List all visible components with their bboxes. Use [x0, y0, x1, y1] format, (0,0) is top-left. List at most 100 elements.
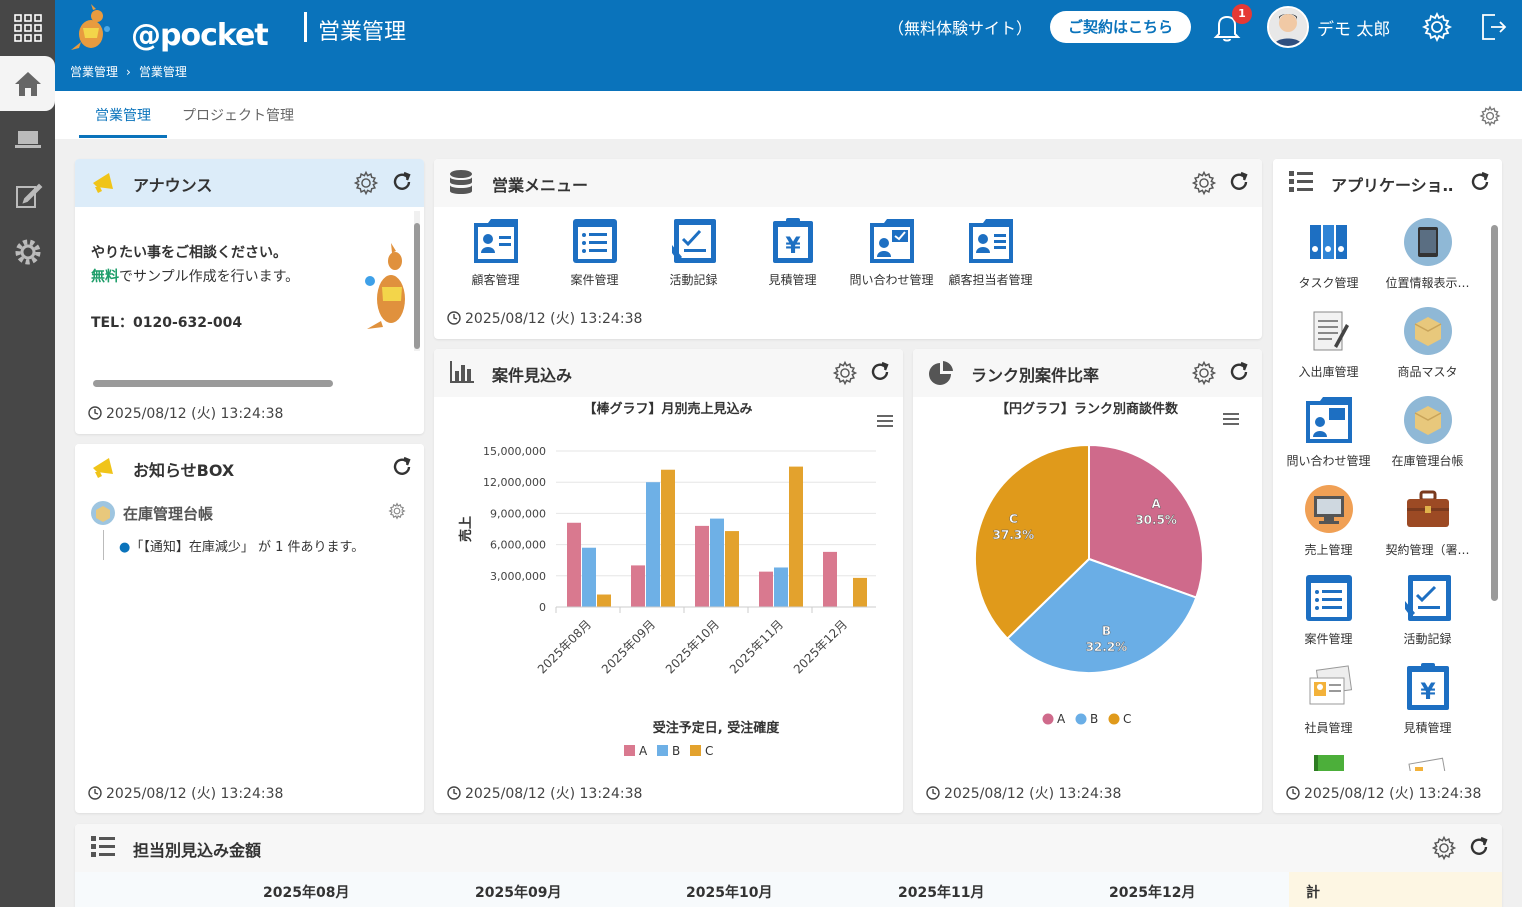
laptop-icon[interactable]: [0, 112, 55, 167]
brand-logo[interactable]: @pocket: [69, 4, 269, 54]
column-header[interactable]: 2025年09月: [475, 882, 561, 902]
refresh-icon[interactable]: [1469, 171, 1491, 197]
x-tick-label: 2025年12月: [791, 617, 850, 676]
vertical-scrollbar[interactable]: [414, 211, 420, 351]
bar: [774, 567, 788, 607]
settings-gear-icon[interactable]: [1421, 11, 1453, 47]
notice-gear-icon[interactable]: [388, 502, 406, 524]
refresh-icon[interactable]: [1468, 836, 1490, 862]
clock-icon: [447, 786, 461, 800]
app-label: 商品マスタ: [1397, 365, 1458, 379]
user-name[interactable]: デモ 太郎: [1317, 15, 1390, 40]
app-employee[interactable]: 社員管理: [1279, 662, 1378, 736]
panel-gear-icon[interactable]: [832, 360, 858, 390]
menu-item-project[interactable]: 案件管理: [545, 217, 644, 288]
chart-menu-icon[interactable]: [1223, 413, 1239, 425]
app-sales[interactable]: 売上管理: [1279, 484, 1378, 558]
refresh-icon[interactable]: [391, 456, 413, 482]
database-icon: [448, 169, 478, 197]
pie-chart: 【円グラフ】ランク別商談件数 A 30.5% B 32.2% C 37.3% A B C: [974, 401, 1239, 726]
box-icon: [1403, 396, 1452, 444]
notice-item-title[interactable]: 在庫管理台帳: [123, 503, 213, 524]
box-icon: [1403, 307, 1452, 355]
app-project[interactable]: 案件管理: [1279, 573, 1378, 647]
apps-grid: タスク管理 位置情報表示… 入出庫管理 商品マスタ 問い合わせ管理 在庫管理台帳…: [1273, 207, 1488, 771]
app-inventory-ledger[interactable]: 在庫管理台帳: [1378, 395, 1477, 469]
app-task[interactable]: タスク管理: [1279, 217, 1378, 291]
panel-title: 営業メニュー: [492, 176, 589, 195]
scrollbar-thumb[interactable]: [1491, 225, 1498, 601]
refresh-icon[interactable]: [1228, 171, 1250, 197]
inquiry-card-icon: [869, 219, 914, 263]
bar: [567, 522, 581, 607]
menu-item-activity[interactable]: 活動記録: [644, 217, 743, 288]
app-estimate[interactable]: ¥ 見積管理: [1378, 662, 1477, 736]
bar: [631, 565, 645, 607]
menu-line: [877, 425, 893, 427]
menu-line: [1223, 418, 1239, 420]
column-header[interactable]: 計: [1306, 882, 1320, 902]
menu-item-contact-person[interactable]: 顧客担当者管理: [941, 217, 1040, 288]
menu-item-label: 案件管理: [570, 273, 619, 287]
app-stock-inout[interactable]: 入出庫管理: [1279, 306, 1378, 380]
vertical-scrollbar[interactable]: [1490, 211, 1499, 771]
app-activity[interactable]: 活動記録: [1378, 573, 1477, 647]
notice-item-text[interactable]: ●「【通知】在庫減少」 が 1 件あります。: [119, 536, 364, 555]
clock-icon: [88, 786, 102, 800]
edit-icon[interactable]: [0, 168, 55, 223]
timestamp: 2025/08/12 (火) 13:24:38: [465, 311, 643, 327]
panel-gear-icon[interactable]: [1191, 170, 1217, 200]
scrollbar-thumb[interactable]: [414, 223, 420, 349]
tab-settings-gear-icon[interactable]: [1479, 105, 1501, 131]
home-icon[interactable]: [0, 56, 55, 111]
refresh-icon[interactable]: [391, 171, 413, 197]
app-more[interactable]: [1279, 751, 1378, 771]
panel-header: 営業メニュー: [434, 159, 1262, 207]
breadcrumb-item[interactable]: 営業管理: [70, 65, 118, 79]
column-header[interactable]: 2025年11月: [898, 882, 984, 902]
timestamp: 2025/08/12 (火) 13:24:38: [944, 786, 1122, 802]
app-location[interactable]: 位置情報表示…: [1378, 217, 1477, 291]
y-tick-label: 6,000,000: [490, 539, 546, 552]
panel-gear-icon[interactable]: [1191, 360, 1217, 390]
scrollbar-thumb[interactable]: [93, 380, 333, 387]
app-label: 在庫管理台帳: [1391, 454, 1464, 468]
column-header[interactable]: 2025年10月: [686, 882, 772, 902]
column-header[interactable]: 2025年12月: [1109, 882, 1195, 902]
app-product-master[interactable]: 商品マスタ: [1378, 306, 1477, 380]
refresh-icon[interactable]: [869, 361, 891, 387]
app-label: タスク管理: [1298, 276, 1359, 290]
panel-header: お知らせBOX: [75, 444, 424, 492]
avatar[interactable]: [1267, 6, 1309, 48]
logout-icon[interactable]: [1479, 11, 1509, 47]
gear-icon[interactable]: [0, 224, 55, 279]
horizontal-scrollbar[interactable]: [81, 379, 407, 387]
refresh-icon[interactable]: [1228, 361, 1250, 387]
chart-menu-icon[interactable]: [877, 415, 893, 427]
menu-item-customer[interactable]: 顧客管理: [446, 217, 545, 288]
tab-sales[interactable]: 営業管理: [95, 105, 151, 125]
legend-swatch: [624, 745, 635, 756]
app-inquiry[interactable]: 問い合わせ管理: [1279, 395, 1378, 469]
notification-badge: 1: [1232, 4, 1252, 24]
list-icon: [89, 834, 119, 862]
bar-chart: 【棒グラフ】月別売上見込み 0 3,000,000 6,000,000 9,000,00…: [458, 401, 893, 758]
app-label: 契約管理（署…: [1385, 543, 1470, 557]
breadcrumb: 営業管理 › 営業管理: [70, 63, 195, 80]
contract-button[interactable]: ご契約はこちら: [1050, 11, 1191, 43]
app-grid-icon[interactable]: [0, 0, 55, 55]
y-tick-label: 15,000,000: [483, 445, 546, 458]
column-header[interactable]: 2025年08月: [263, 882, 349, 902]
svg-text:¥: ¥: [1420, 680, 1436, 705]
tab-project[interactable]: プロジェクト管理: [182, 105, 294, 125]
app-contract[interactable]: 契約管理（署…: [1378, 484, 1477, 558]
app-label: 売上管理: [1304, 543, 1353, 557]
list-document-icon: [1305, 575, 1352, 621]
breadcrumb-item[interactable]: 営業管理: [139, 65, 187, 79]
menu-item-estimate[interactable]: ¥ 見積管理: [743, 217, 842, 288]
panel-gear-icon[interactable]: [1431, 835, 1457, 865]
legend-label: C: [705, 744, 713, 758]
menu-item-inquiry[interactable]: 問い合わせ管理: [842, 217, 941, 288]
app-more[interactable]: [1378, 751, 1477, 771]
panel-gear-icon[interactable]: [353, 170, 379, 200]
